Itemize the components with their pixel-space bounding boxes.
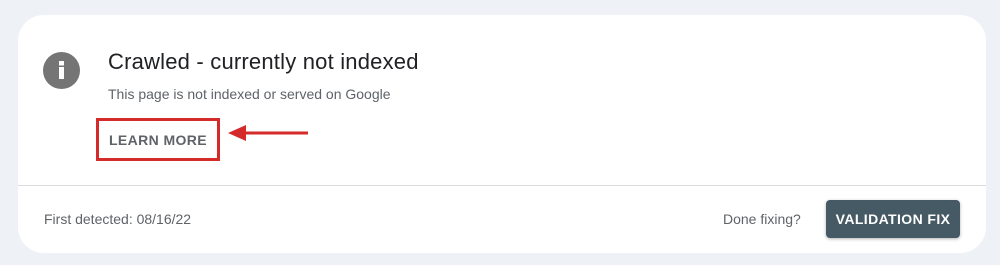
issue-description: This page is not indexed or served on Go… <box>108 86 391 102</box>
learn-more-highlight-box: LEARN MORE <box>96 118 220 161</box>
validation-fix-button[interactable]: VALIDATION FIX <box>826 200 960 238</box>
done-fixing-text: Done fixing? <box>723 211 801 227</box>
arrow-left-icon <box>228 125 308 141</box>
issue-card: Crawled - currently not indexed This pag… <box>18 15 986 253</box>
learn-more-button[interactable]: LEARN MORE <box>99 121 217 158</box>
issue-title: Crawled - currently not indexed <box>108 49 419 74</box>
info-icon <box>43 52 80 89</box>
divider <box>18 185 986 186</box>
first-detected-text: First detected: 08/16/22 <box>44 211 192 227</box>
